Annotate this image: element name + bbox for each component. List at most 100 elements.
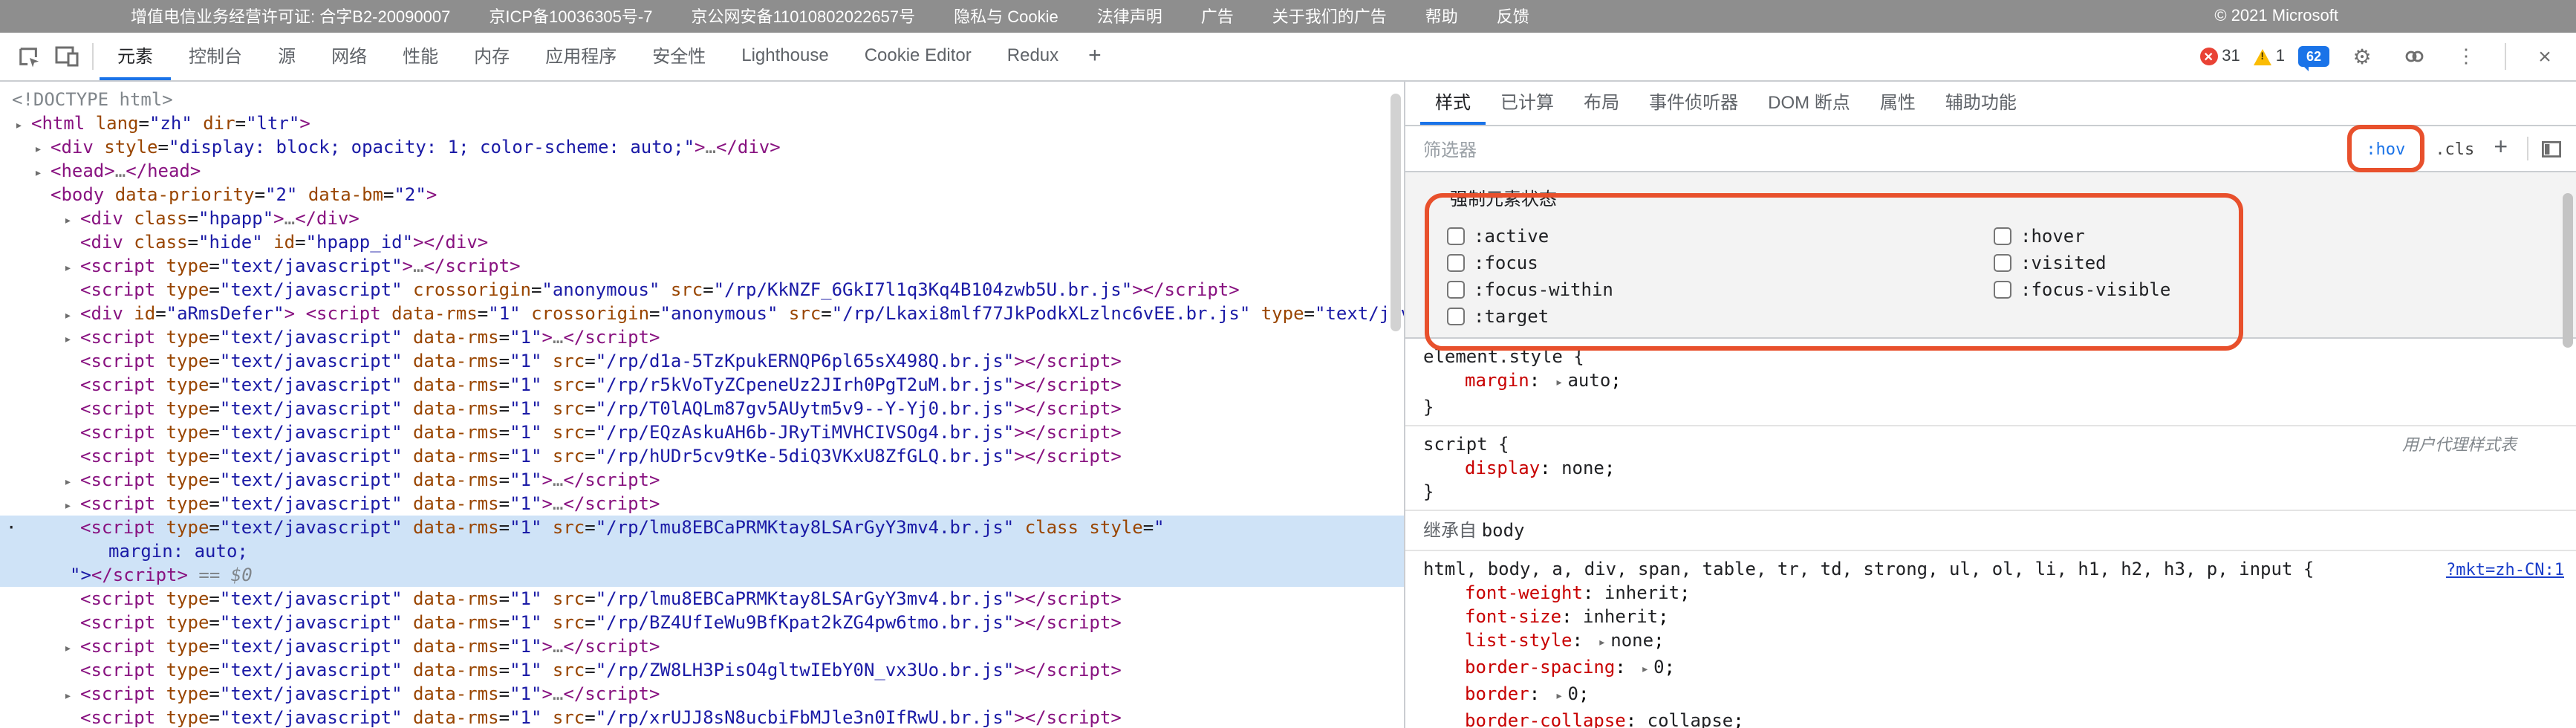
footer-link[interactable]: 法律声明: [1097, 4, 1162, 28]
footer-link[interactable]: 京公网安备11010802022657号: [691, 4, 915, 28]
style-property[interactable]: font-size: inherit;: [1423, 605, 2573, 628]
dom-tree-node[interactable]: <script type="text/javascript" data-rms=…: [0, 611, 1404, 634]
dom-tree-node[interactable]: <script type="text/javascript" data-rms=…: [0, 587, 1404, 611]
devtools-tab-网络[interactable]: 网络: [313, 33, 385, 80]
dom-tree-node[interactable]: ▸<script type="text/javascript" data-rms…: [0, 492, 1404, 516]
warning-counter[interactable]: ! 1: [2254, 48, 2285, 65]
styles-tab-事件侦听器[interactable]: 事件侦听器: [1634, 82, 1753, 125]
dom-tree-node[interactable]: ▸<div style="display: block; opacity: 1;…: [0, 135, 1404, 159]
dom-tree-node[interactable]: <div class="hide" id="hpapp_id"></div>: [0, 230, 1404, 254]
dom-tree-node[interactable]: ▸<html lang="zh" dir="ltr">: [0, 111, 1404, 135]
dom-tree-node[interactable]: ▸<script type="text/javascript" data-rms…: [0, 468, 1404, 492]
styles-scrollbar[interactable]: [2563, 193, 2573, 348]
dom-tree-node[interactable]: <script type="text/javascript" data-rms=…: [0, 444, 1404, 468]
new-style-rule-button[interactable]: +: [2483, 135, 2518, 162]
state-checkbox-:target[interactable]: [1447, 308, 1465, 325]
footer-link[interactable]: 京ICP备10036305号-7: [489, 4, 652, 28]
devtools-tab-源[interactable]: 源: [260, 33, 313, 80]
devtools-tab-安全性[interactable]: 安全性: [634, 33, 723, 80]
dom-tree-node[interactable]: margin: auto;: [0, 539, 1404, 563]
state-checkbox-:focus-visible[interactable]: [1994, 281, 2011, 299]
styles-tab-已计算[interactable]: 已计算: [1486, 82, 1569, 125]
dom-tree-node[interactable]: ▸<script type="text/javascript" data-rms…: [0, 634, 1404, 658]
devtools-tab-Redux[interactable]: Redux: [989, 33, 1076, 80]
dom-tree-node[interactable]: ▸<head>…</head>: [0, 159, 1404, 183]
styles-tab-属性[interactable]: 属性: [1865, 82, 1931, 125]
property-value[interactable]: auto: [1567, 370, 1610, 391]
settings-gear-icon[interactable]: ⚙: [2343, 37, 2381, 76]
devtools-tab-元素[interactable]: 元素: [100, 33, 171, 80]
footer-link[interactable]: 帮助: [1425, 4, 1458, 28]
property-name[interactable]: border-spacing: [1465, 657, 1615, 677]
elements-scrollbar[interactable]: [1391, 94, 1401, 331]
dom-tree-node[interactable]: ·<script type="text/javascript" data-rms…: [0, 516, 1404, 539]
error-counter[interactable]: ✕ 31: [2199, 48, 2240, 65]
styles-tab-布局[interactable]: 布局: [1569, 82, 1634, 125]
devtools-tab-内存[interactable]: 内存: [456, 33, 527, 80]
devtools-tab-应用程序[interactable]: 应用程序: [527, 33, 634, 80]
filter-input[interactable]: 筛选器: [1423, 136, 2357, 161]
style-property[interactable]: list-style: ▸none;: [1423, 628, 2573, 655]
inherited-node-link[interactable]: body: [1482, 520, 1525, 541]
inspect-element-icon[interactable]: [9, 37, 48, 76]
footer-link[interactable]: 关于我们的广告: [1272, 4, 1387, 28]
dom-tree-node[interactable]: <body data-priority="2" data-bm="2">: [0, 183, 1404, 207]
dom-tree-node[interactable]: <!DOCTYPE html>: [0, 88, 1404, 111]
dom-tree-node[interactable]: ▸<div id="aRmsDefer"> <script data-rms="…: [0, 302, 1404, 325]
property-value[interactable]: none: [1561, 458, 1604, 478]
extension-icon[interactable]: [2395, 37, 2433, 76]
property-name[interactable]: font-weight: [1465, 582, 1583, 603]
property-name[interactable]: list-style: [1465, 630, 1572, 651]
property-name[interactable]: display: [1465, 458, 1540, 478]
kebab-menu-icon[interactable]: ⋮: [2447, 37, 2485, 76]
stylesheet-link[interactable]: ?mkt=zh-CN:1: [2446, 559, 2564, 582]
dom-tree-node[interactable]: ▸<script type="text/javascript" data-rms…: [0, 325, 1404, 349]
style-selector[interactable]: script: [1423, 434, 1488, 455]
expand-shorthand-icon[interactable]: ▸: [1551, 689, 1568, 704]
style-property[interactable]: border-spacing: ▸0;: [1423, 655, 2573, 682]
style-property[interactable]: font-weight: inherit;: [1423, 581, 2573, 605]
expand-shorthand-icon[interactable]: ▸: [1551, 376, 1568, 391]
style-selector[interactable]: element.style: [1423, 346, 1563, 367]
state-checkbox-:visited[interactable]: [1994, 254, 2011, 272]
style-property[interactable]: border-collapse: collapse;: [1423, 709, 2573, 728]
more-tabs-button[interactable]: +: [1076, 42, 1113, 71]
style-selector[interactable]: html, body, a, div, span, table, tr, td,…: [1423, 559, 2292, 579]
dom-tree-node[interactable]: "></script> == $0: [0, 563, 1404, 587]
device-toolbar-icon[interactable]: [48, 37, 86, 76]
property-name[interactable]: font-size: [1465, 606, 1561, 627]
property-value[interactable]: 0: [1653, 657, 1664, 677]
dom-tree-node[interactable]: <script type="text/javascript" data-rms=…: [0, 658, 1404, 682]
styles-tab-辅助功能[interactable]: 辅助功能: [1931, 82, 2032, 125]
dom-tree-node[interactable]: <script type="text/javascript" data-rms=…: [0, 397, 1404, 420]
expand-shorthand-icon[interactable]: ▸: [1593, 636, 1610, 651]
devtools-tab-Lighthouse[interactable]: Lighthouse: [723, 33, 846, 80]
state-checkbox-:focus-within[interactable]: [1447, 281, 1465, 299]
expand-shorthand-icon[interactable]: ▸: [1636, 663, 1653, 677]
dom-tree-node[interactable]: ▸<script type="text/javascript">…</scrip…: [0, 254, 1404, 278]
state-checkbox-:focus[interactable]: [1447, 254, 1465, 272]
toggle-sidebar-icon[interactable]: [2537, 135, 2564, 162]
footer-link[interactable]: 广告: [1201, 4, 1234, 28]
close-devtools-icon[interactable]: ×: [2525, 37, 2564, 76]
dom-tree-node[interactable]: <script type="text/javascript" data-rms=…: [0, 420, 1404, 444]
style-property[interactable]: border: ▸0;: [1423, 682, 2573, 709]
property-value[interactable]: 0: [1567, 683, 1578, 704]
property-value[interactable]: none: [1610, 630, 1653, 651]
property-name[interactable]: margin: [1465, 370, 1529, 391]
styles-tab-样式[interactable]: 样式: [1420, 82, 1486, 125]
issues-badge[interactable]: 62: [2298, 46, 2329, 67]
property-value[interactable]: collapse: [1648, 710, 1734, 728]
state-checkbox-:active[interactable]: [1447, 227, 1465, 245]
style-property[interactable]: margin: ▸auto;: [1423, 368, 2573, 395]
dom-tree-node[interactable]: ▸<div class="hpapp">…</div>: [0, 207, 1404, 230]
state-checkbox-:hover[interactable]: [1994, 227, 2011, 245]
devtools-tab-控制台[interactable]: 控制台: [171, 33, 260, 80]
dom-tree-node[interactable]: <script type="text/javascript" data-rms=…: [0, 349, 1404, 373]
element-classes-button[interactable]: .cls: [2426, 134, 2483, 163]
property-name[interactable]: border: [1465, 683, 1529, 704]
devtools-tab-性能[interactable]: 性能: [385, 33, 456, 80]
style-property[interactable]: display: none;: [1423, 456, 2573, 480]
dom-tree-node[interactable]: <script type="text/javascript" data-rms=…: [0, 373, 1404, 397]
devtools-tab-Cookie Editor[interactable]: Cookie Editor: [847, 33, 989, 80]
